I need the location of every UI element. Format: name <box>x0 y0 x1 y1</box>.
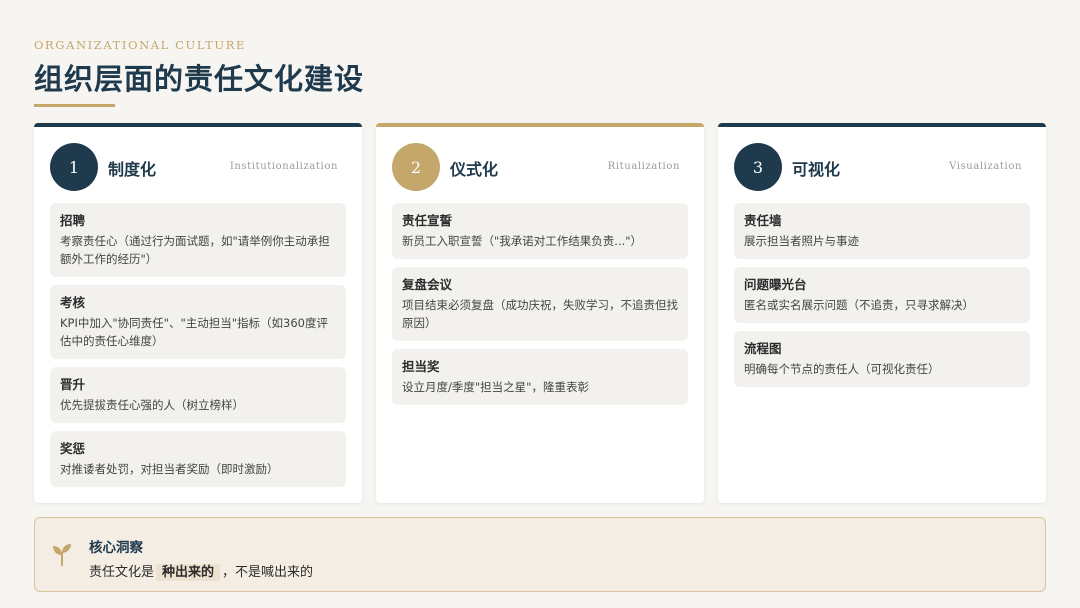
insight-title: 核心洞察 <box>89 540 143 556</box>
list-item: 招聘 考察责任心（通过行为面试题，如"请举例你主动承担额外工作的经历"） <box>50 203 346 277</box>
list-item: 考核 KPI中加入"协同责任"、"主动担当"指标（如360度评估中的责任心维度） <box>50 285 346 359</box>
card-institutionalization: 1 制度化 Institutionalization 招聘 考察责任心（通过行为… <box>34 123 362 503</box>
item-desc: 对推诿者处罚，对担当者奖励（即时激励） <box>60 462 279 476</box>
item-desc: 优先提拔责任心强的人（树立榜样） <box>60 398 244 412</box>
card-row: 1 制度化 Institutionalization 招聘 考察责任心（通过行为… <box>34 123 1046 503</box>
eyebrow-label: ORGANIZATIONAL CULTURE <box>34 38 246 52</box>
item-title: 流程图 <box>744 341 782 356</box>
number-badge: 1 <box>50 143 98 191</box>
title-underline <box>34 104 115 107</box>
item-desc: 考察责任心（通过行为面试题，如"请举例你主动承担额外工作的经历"） <box>60 234 330 266</box>
item-desc: 新员工入职宣誓（"我承诺对工作结果负责..."） <box>402 234 643 248</box>
sprout-icon <box>53 544 71 566</box>
list-item: 责任墙 展示担当者照片与事迹 <box>734 203 1030 259</box>
card-title: 可视化 <box>792 160 841 179</box>
item-desc: 匿名或实名展示问题（不追责，只寻求解决） <box>744 298 974 312</box>
list-item: 奖惩 对推诿者处罚，对担当者奖励（即时激励） <box>50 431 346 487</box>
card-top-bar <box>376 123 704 127</box>
item-desc: 项目结束必须复盘（成功庆祝，失败学习，不追责但找原因） <box>402 298 678 330</box>
item-title: 担当奖 <box>402 359 440 374</box>
card-ritualization: 2 仪式化 Ritualization 责任宣誓 新员工入职宣誓（"我承诺对工作… <box>376 123 704 503</box>
item-desc: KPI中加入"协同责任"、"主动担当"指标（如360度评估中的责任心维度） <box>60 316 328 348</box>
card-subtitle: Visualization <box>949 161 1022 172</box>
item-desc: 设立月度/季度"担当之星"，隆重表彰 <box>402 380 589 394</box>
insight-text: 责任文化是 种出来的 ，不是喊出来的 <box>89 561 314 581</box>
item-title: 复盘会议 <box>402 277 453 292</box>
card-top-bar <box>718 123 1046 127</box>
card-title: 仪式化 <box>450 160 499 179</box>
insight-banner: 核心洞察 责任文化是 种出来的 ，不是喊出来的 <box>34 517 1046 592</box>
item-title: 奖惩 <box>60 441 86 456</box>
list-item: 流程图 明确每个节点的责任人（可视化责任） <box>734 331 1030 387</box>
insight-text-after: ，不是喊出来的 <box>222 565 314 580</box>
insight-highlight: 种出来的 <box>156 564 221 581</box>
item-title: 问题曝光台 <box>744 277 807 292</box>
item-title: 招聘 <box>60 213 86 228</box>
list-item: 问题曝光台 匿名或实名展示问题（不追责，只寻求解决） <box>734 267 1030 323</box>
card-subtitle: Ritualization <box>607 161 680 172</box>
card-header: 2 仪式化 Ritualization <box>392 143 680 191</box>
item-title: 责任宣誓 <box>402 213 453 228</box>
number-badge: 2 <box>392 143 440 191</box>
item-title: 晋升 <box>60 377 86 392</box>
list-item: 晋升 优先提拔责任心强的人（树立榜样） <box>50 367 346 423</box>
item-list: 责任宣誓 新员工入职宣誓（"我承诺对工作结果负责..."） 复盘会议 项目结束必… <box>392 203 688 413</box>
list-item: 担当奖 设立月度/季度"担当之星"，隆重表彰 <box>392 349 688 405</box>
card-top-bar <box>34 123 362 127</box>
list-item: 责任宣誓 新员工入职宣誓（"我承诺对工作结果负责..."） <box>392 203 688 259</box>
page-title: 组织层面的责任文化建设 <box>34 62 365 96</box>
item-list: 责任墙 展示担当者照片与事迹 问题曝光台 匿名或实名展示问题（不追责，只寻求解决… <box>734 203 1030 395</box>
card-subtitle: Institutionalization <box>229 161 338 172</box>
card-visualization: 3 可视化 Visualization 责任墙 展示担当者照片与事迹 问题曝光台… <box>718 123 1046 503</box>
card-header: 1 制度化 Institutionalization <box>50 143 338 191</box>
number-badge: 3 <box>734 143 782 191</box>
item-desc: 明确每个节点的责任人（可视化责任） <box>744 362 940 376</box>
card-header: 3 可视化 Visualization <box>734 143 1022 191</box>
list-item: 复盘会议 项目结束必须复盘（成功庆祝，失败学习，不追责但找原因） <box>392 267 688 341</box>
item-list: 招聘 考察责任心（通过行为面试题，如"请举例你主动承担额外工作的经历"） 考核 … <box>50 203 346 495</box>
item-title: 考核 <box>60 295 86 310</box>
item-desc: 展示担当者照片与事迹 <box>744 234 859 248</box>
insight-text-before: 责任文化是 <box>89 565 155 580</box>
card-title: 制度化 <box>108 160 157 179</box>
item-title: 责任墙 <box>744 213 782 228</box>
